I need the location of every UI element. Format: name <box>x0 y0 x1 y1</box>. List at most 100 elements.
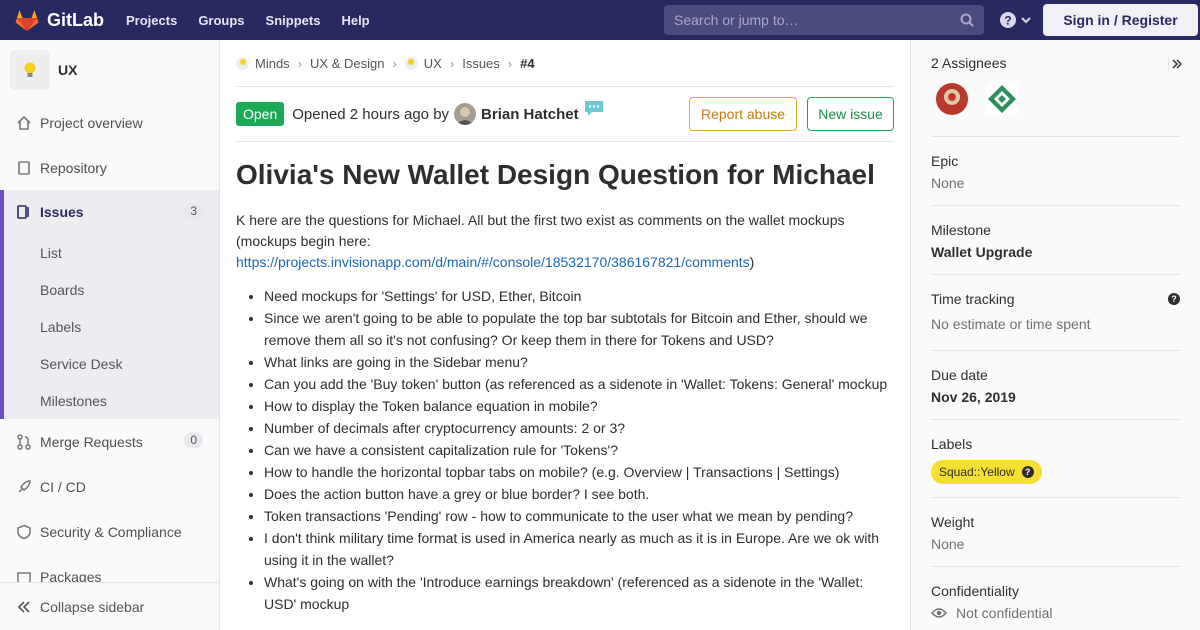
confidentiality-title: Confidentiality <box>931 583 1019 599</box>
project-name: UX <box>58 62 78 78</box>
sidebar-item-merge-requests[interactable]: Merge Requests 0 <box>0 419 219 464</box>
list-item: Need mockups for 'Settings' for USD, Eth… <box>264 285 894 307</box>
gitlab-logo[interactable]: GitLab <box>15 9 104 31</box>
brand-name: GitLab <box>47 9 104 30</box>
opened-text: Opened 2 hours ago by <box>292 105 450 123</box>
labels-title: Labels <box>931 436 973 452</box>
list-item: Can we have a consistent capitalization … <box>264 439 894 461</box>
rocket-icon <box>16 479 32 495</box>
description-close: ) <box>749 254 755 270</box>
collapse-sidebar-label: Collapse sidebar <box>40 598 145 615</box>
help-icon[interactable]: ? <box>1168 293 1180 305</box>
search-input[interactable]: Search or jump to… <box>664 5 984 35</box>
breadcrumb-separator: › <box>507 55 513 71</box>
list-item: Can you add the 'Buy token' button (as r… <box>264 373 894 395</box>
list-item: Does the action button have a grey or bl… <box>264 483 894 505</box>
confidentiality-block: Confidentiality Not confidential <box>931 567 1180 630</box>
issue-description: K here are the questions for Michael. Al… <box>236 210 894 273</box>
issue-header: Open Opened 2 hours ago by Brian Hatchet… <box>236 87 894 142</box>
project-header[interactable]: UX <box>0 40 219 100</box>
avatar[interactable] <box>454 103 477 125</box>
question-icon: ? <box>1000 12 1016 28</box>
report-abuse-button[interactable]: Report abuse <box>689 97 797 131</box>
sidebar-item-security[interactable]: Security & Compliance <box>0 509 219 554</box>
milestone-block: Milestone Wallet Upgrade <box>931 206 1180 275</box>
book-icon <box>16 160 32 176</box>
svg-text:?: ? <box>1004 14 1011 28</box>
epic-block: Epic None <box>931 137 1180 206</box>
sidebar-item-label: Security & Compliance <box>40 523 182 540</box>
time-tracking-block: Time tracking ? No estimate or time spen… <box>931 275 1180 351</box>
sidebar-item-project-overview[interactable]: Project overview <box>0 100 219 145</box>
sidebar-subitem-milestones[interactable]: Milestones <box>4 382 219 419</box>
author-name[interactable]: Brian Hatchet <box>481 106 579 123</box>
sidebar-item-issues[interactable]: Issues 3 <box>0 190 219 234</box>
sidebar-subitem-boards[interactable]: Boards <box>4 271 219 308</box>
weight-value: None <box>931 536 965 552</box>
assignees-block: 2 Assignees <box>931 40 1182 137</box>
due-date-title: Due date <box>931 367 988 383</box>
home-icon <box>16 115 32 131</box>
sidebar-subitem-service-desk[interactable]: Service Desk <box>4 345 219 382</box>
project-avatar-icon <box>404 56 418 70</box>
breadcrumb-minds[interactable]: Minds <box>255 56 290 71</box>
nav-projects[interactable]: Projects <box>126 13 177 28</box>
speech-bubble-icon <box>584 101 603 116</box>
top-navbar: GitLab Projects Groups Snippets Help Sea… <box>0 0 1200 40</box>
labels-block: Labels Squad::Yellow ? <box>931 420 1180 498</box>
label-text: Squad::Yellow <box>939 465 1015 479</box>
assignee-avatars <box>931 83 1180 115</box>
breadcrumb-separator: › <box>297 55 303 71</box>
sidebar-item-repository[interactable]: Repository <box>0 145 219 190</box>
issues-submenu: List Boards Labels Service Desk Mileston… <box>0 234 219 419</box>
label-pill[interactable]: Squad::Yellow ? <box>931 460 1042 484</box>
list-item: How to handle the horizontal topbar tabs… <box>264 461 894 483</box>
lightbulb-icon <box>24 62 36 77</box>
group-avatar-icon <box>236 56 249 70</box>
search-icon <box>960 13 974 27</box>
avatar[interactable] <box>936 83 968 115</box>
questions-list: Need mockups for 'Settings' for USD, Eth… <box>236 285 894 615</box>
breadcrumb-ux-design[interactable]: UX & Design <box>310 56 384 71</box>
time-tracking-title: Time tracking <box>931 291 1015 307</box>
breadcrumb: Minds › UX & Design › UX › Issues › #4 <box>236 40 894 87</box>
breadcrumb-separator: › <box>449 55 455 71</box>
nav-snippets[interactable]: Snippets <box>266 13 321 28</box>
milestone-value[interactable]: Wallet Upgrade <box>931 244 1180 260</box>
sidebar-subitem-list[interactable]: List <box>4 234 219 271</box>
breadcrumb-issues[interactable]: Issues <box>462 56 500 71</box>
collapse-sidebar-button[interactable]: Collapse sidebar <box>0 582 219 630</box>
list-item: I don't think military time format is us… <box>264 527 894 571</box>
nav-groups[interactable]: Groups <box>198 13 244 28</box>
sidebar-item-label: Issues <box>40 204 84 220</box>
fox-icon <box>15 10 39 31</box>
issues-count-badge: 3 <box>184 203 203 219</box>
due-date-block: Due date Nov 26, 2019 <box>931 351 1180 420</box>
project-avatar <box>10 50 50 90</box>
help-dropdown[interactable]: ? <box>999 11 1032 29</box>
sidebar-subitem-labels[interactable]: Labels <box>4 308 219 345</box>
new-issue-button[interactable]: New issue <box>807 97 894 131</box>
issue-meta: Opened 2 hours ago by Brian Hatchet <box>292 101 603 125</box>
nav-links: Projects Groups Snippets Help <box>126 13 391 28</box>
breadcrumb-separator: › <box>392 55 397 71</box>
breadcrumb-ux[interactable]: UX <box>424 56 442 71</box>
breadcrumb-current[interactable]: #4 <box>520 56 534 71</box>
due-date-value: Nov 26, 2019 <box>931 389 1016 405</box>
avatar[interactable] <box>986 83 1018 115</box>
label-help-icon: ? <box>1021 466 1034 478</box>
list-item: Token transactions 'Pending' row - how t… <box>264 505 894 527</box>
milestone-title: Milestone <box>931 222 991 238</box>
weight-title: Weight <box>931 514 975 530</box>
chevron-down-icon <box>1021 17 1031 24</box>
issue-title: Olivia's New Wallet Design Question for … <box>236 159 875 190</box>
collapse-right-sidebar-icon[interactable] <box>1168 57 1182 71</box>
left-sidebar: UX Project overview Repository Issues 3 … <box>0 40 220 630</box>
list-item: Number of decimals after cryptocurrency … <box>264 417 894 439</box>
confidentiality-row: Not confidential <box>931 605 1180 621</box>
mockups-link[interactable]: https://projects.invisionapp.com/d/main/… <box>236 254 750 270</box>
sidebar-item-ci-cd[interactable]: CI / CD <box>0 464 219 509</box>
epic-value: None <box>931 175 965 191</box>
nav-help[interactable]: Help <box>341 13 369 28</box>
signin-register-button[interactable]: Sign in / Register <box>1043 4 1198 36</box>
